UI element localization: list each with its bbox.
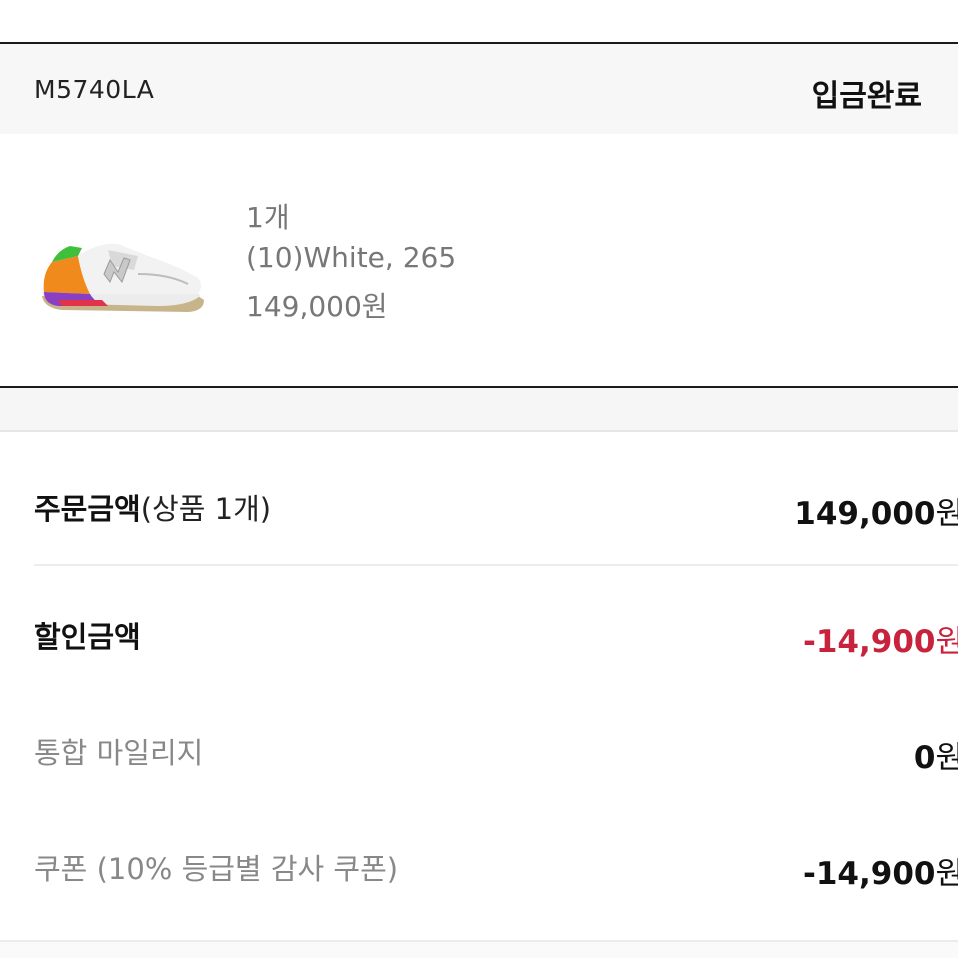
product-quantity: 1개 [246,201,290,234]
mileage-label: 통합 마일리지 [34,736,204,770]
product-price: 149,000원 [246,290,388,323]
discount-value: -14,900원 [803,616,958,661]
discount-number: -14,900 [802,624,936,660]
summary-divider [34,564,958,566]
coupon-label: 쿠폰 (10% 등급별 감사 쿠폰) [34,852,399,886]
coupon-number: -14,900 [802,856,936,892]
mileage-unit: 원 [935,740,958,776]
model-code: M5740LA [34,75,155,104]
order-amount-detail: (상품 1개) [140,492,272,526]
mileage-number: 0 [913,740,936,776]
discount-unit: 원 [935,624,958,660]
order-amount-number: 149,000 [794,496,936,532]
product-item[interactable]: 1개 (10)White, 265 149,000원 [0,134,958,386]
order-amount-label: 주문금액(상품 1개) [34,486,271,528]
coupon-unit: 원 [935,856,958,892]
discount-label: 할인금액 [34,620,141,654]
payment-summary: 주문금액(상품 1개) 149,000원 할인금액 -14,900원 통합 마일… [0,432,958,958]
section-gap [0,388,958,430]
order-amount-value: 149,000원 [794,488,958,533]
top-blank-area [0,0,958,42]
order-amount-title: 주문금액 [34,492,141,526]
order-status: 입금완료 [811,79,922,114]
below-summary-area [0,942,958,958]
order-amount-unit: 원 [935,496,958,532]
mileage-value: 0원 [914,732,958,777]
product-option: (10)White, 265 [246,241,457,274]
order-header: M5740LA 입금완료 [0,44,958,134]
coupon-value: -14,900원 [803,848,958,893]
sneaker-thumbnail-icon[interactable] [38,234,208,316]
